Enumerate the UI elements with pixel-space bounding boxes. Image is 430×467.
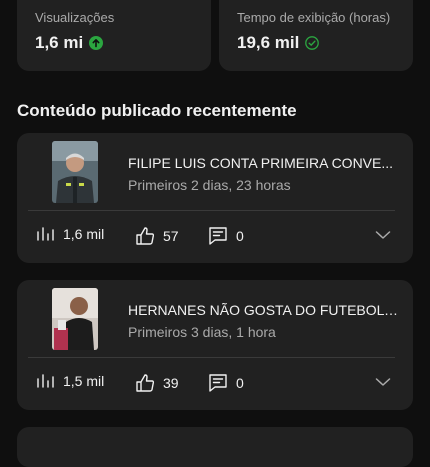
likes-metric: 57	[135, 226, 179, 246]
views-metric: 1,5 mil	[37, 373, 104, 389]
likes-metric: 39	[135, 373, 179, 393]
comment-icon	[209, 374, 227, 392]
views-value-row: 1,6 mi	[35, 33, 104, 53]
video-age: Primeiros 3 dias, 1 hora	[128, 324, 276, 340]
video-age: Primeiros 2 dias, 23 horas	[128, 177, 291, 193]
views-count: 1,5 mil	[63, 373, 105, 389]
divider	[28, 357, 395, 358]
video-thumbnail[interactable]	[52, 141, 98, 203]
comments-count: 0	[236, 375, 244, 391]
views-count: 1,6 mil	[63, 226, 105, 242]
views-value: 1,6 mi	[35, 33, 84, 52]
bar-chart-icon	[37, 227, 54, 241]
comments-metric: 0	[208, 226, 244, 246]
views-label: Visualizações	[35, 10, 115, 25]
watch-time-stat-card[interactable]: Tempo de exibição (horas) 19,6 mil	[219, 0, 413, 71]
video-card[interactable]: HERNANES NÃO GOSTA DO FUTEBOL ... Primei…	[17, 280, 413, 410]
video-title[interactable]: FILIPE LUIS CONTA PRIMEIRA CONVE...	[128, 155, 398, 171]
video-card[interactable]: FILIPE LUIS CONTA PRIMEIRA CONVE... Prim…	[17, 133, 413, 263]
divider	[28, 210, 395, 211]
watch-time-label: Tempo de exibição (horas)	[237, 10, 391, 25]
thumbs-up-icon	[136, 374, 155, 392]
comments-count: 0	[236, 228, 244, 244]
views-metric: 1,6 mil	[37, 226, 104, 242]
comment-icon	[209, 227, 227, 245]
check-circle-icon	[305, 36, 320, 50]
thumbs-up-icon	[136, 227, 155, 245]
section-title: Conteúdo publicado recentemente	[17, 101, 297, 120]
watch-time-value: 19,6 mil	[237, 33, 300, 52]
video-thumbnail-image	[52, 141, 98, 203]
trend-up-icon	[89, 36, 104, 50]
video-card[interactable]	[17, 427, 413, 467]
watch-time-value-row: 19,6 mil	[237, 33, 320, 53]
comments-metric: 0	[208, 373, 244, 393]
chevron-down-icon[interactable]	[375, 230, 391, 240]
views-stat-card[interactable]: Visualizações 1,6 mi	[17, 0, 211, 71]
likes-count: 57	[163, 228, 179, 244]
video-thumbnail[interactable]	[52, 288, 98, 350]
video-thumbnail-image	[52, 288, 98, 350]
video-title[interactable]: HERNANES NÃO GOSTA DO FUTEBOL ...	[128, 302, 398, 318]
chevron-down-icon[interactable]	[375, 377, 391, 387]
likes-count: 39	[163, 375, 179, 391]
bar-chart-icon	[37, 374, 54, 388]
